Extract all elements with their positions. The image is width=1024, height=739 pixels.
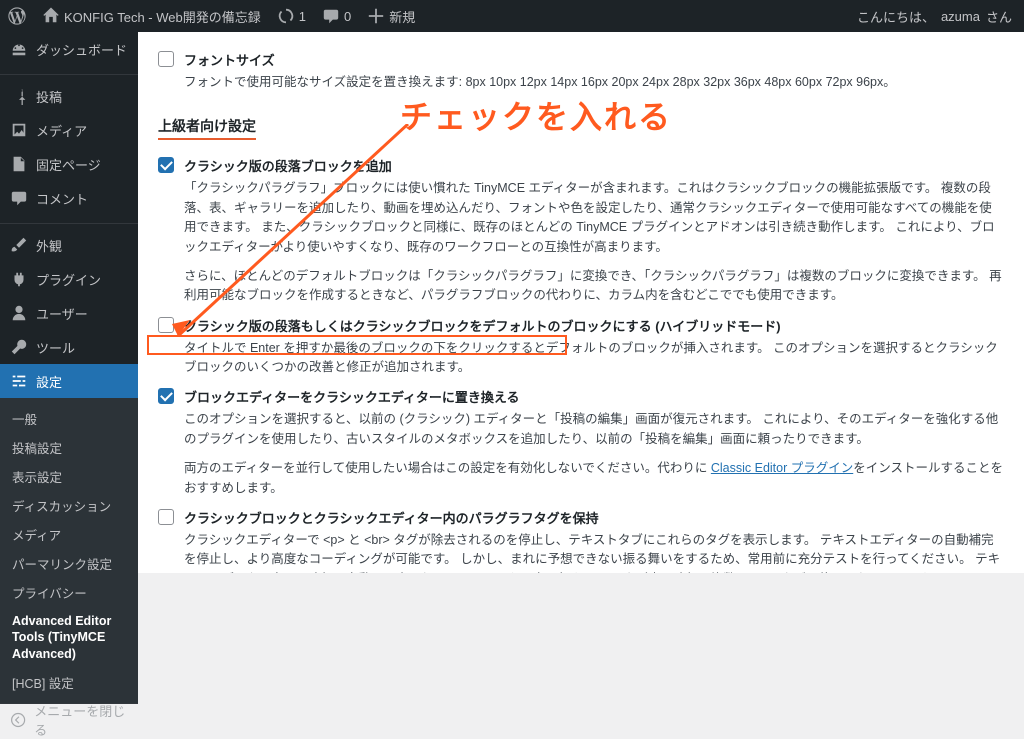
greeting-prefix: こんにちは、 [857,7,935,26]
checkbox-keep-tags[interactable] [158,509,174,525]
font-size-desc: フォントで使用可能なサイズ設定を置き換えます: 8px 10px 12px 14… [184,73,1004,92]
site-title: KONFIG Tech - Web開発の備忘録 [64,7,261,26]
replace-desc1: このオプションを選択すると、以前の (クラシック) エディターと「投稿の編集」画… [184,410,1004,449]
comments-menu[interactable]: 0 [314,0,359,32]
nav-posts[interactable]: 投稿 [0,79,138,113]
dashboard-icon [10,40,28,58]
keep-tags-desc: クラシックエディターで <p> と <br> タグが除去されるのを停止し、テキス… [184,531,1004,573]
classic-editor-link[interactable]: Classic Editor プラグイン [711,461,853,475]
submenu-hcb[interactable]: [HCB] 設定 [0,668,138,697]
brush-icon [10,236,28,254]
nav-dashboard[interactable]: ダッシュボード [0,32,138,66]
submenu-privacy[interactable]: プライバシー [0,578,138,607]
hybrid-desc: タイトルで Enter を押すか最後のブロックの下をクリックするとデフォルトのブ… [184,339,1004,378]
site-menu[interactable]: KONFIG Tech - Web開発の備忘録 [34,0,269,32]
replace-label: ブロックエディターをクラシックエディターに置き換える [184,387,520,406]
hybrid-label: クラシック版の段落もしくはクラシックブロックをデフォルトのブロックにする (ハイ… [184,316,781,335]
nav-label: ダッシュボード [36,40,127,59]
pin-icon [10,87,28,105]
font-size-label: フォントサイズ [184,50,275,69]
admin-bar-right[interactable]: こんにちは、 azuma さん [857,7,1024,26]
submenu-writing[interactable]: 投稿設定 [0,433,138,462]
user-icon [10,304,28,322]
submenu-general[interactable]: 一般 [0,404,138,433]
nav-tools[interactable]: ツール [0,330,138,364]
classic-paragraph-label: クラシック版の段落ブロックを追加 [184,156,392,175]
replace-desc2-a: 両方のエディターを並行して使用したい場合はこの設定を有効化しないでください。代わ… [184,461,711,475]
font-size-option: フォントサイズ [158,50,1004,69]
checkbox-hybrid[interactable] [158,317,174,333]
hybrid-option: クラシック版の段落もしくはクラシックブロックをデフォルトのブロックにする (ハイ… [158,316,1004,335]
collapse-icon [10,711,26,729]
submenu-discussion[interactable]: ディスカッション [0,491,138,520]
advanced-section-title: 上級者向け設定 [158,116,256,140]
classic-paragraph-desc1: 「クラシックパラグラフ」ブロックには使い慣れた TinyMCE エディターが含ま… [184,179,1004,257]
classic-paragraph-option: クラシック版の段落ブロックを追加 [158,156,1004,175]
collapse-menu[interactable]: メニューを閉じる [0,703,138,737]
keep-tags-option: クラシックブロックとクラシックエディター内のパラグラフタグを保持 [158,508,1004,527]
nav-users[interactable]: ユーザー [0,296,138,330]
nav-label: 投稿 [36,87,62,106]
menu-separator [0,219,138,224]
comment-icon [322,7,340,25]
new-content-menu[interactable]: 新規 [359,0,423,32]
nav-media[interactable]: メディア [0,113,138,147]
nav-pages[interactable]: 固定ページ [0,147,138,181]
submenu-permalink[interactable]: パーマリンク設定 [0,549,138,578]
classic-paragraph-desc2: さらに、ほとんどのデフォルトブロックは「クラシックパラグラフ」に変換でき、「クラ… [184,267,1004,306]
menu-separator [0,70,138,75]
settings-submenu: 一般 投稿設定 表示設定 ディスカッション メディア パーマリンク設定 プライバ… [0,398,138,703]
checkbox-replace-editor[interactable] [158,388,174,404]
page-icon [10,155,28,173]
checkbox-classic-paragraph[interactable] [158,157,174,173]
comments-count: 0 [344,9,351,24]
collapse-label: メニューを閉じる [34,701,128,739]
replace-option: ブロックエディターをクラシックエディターに置き換える [158,387,1004,406]
wordpress-icon [8,7,26,25]
nav-label: メディア [36,121,87,140]
updates-count: 1 [299,9,306,24]
admin-menu: ダッシュボード 投稿 メディア 固定ページ コメント 外観 プラグイン ユーザー… [0,32,138,573]
admin-bar-left: KONFIG Tech - Web開発の備忘録 1 0 新規 [0,0,423,32]
nav-label: 外観 [36,236,62,255]
nav-settings[interactable]: 設定 [0,364,138,398]
wp-logo-menu[interactable] [0,0,34,32]
refresh-icon [277,7,295,25]
plug-icon [10,270,28,288]
keep-tags-label: クラシックブロックとクラシックエディター内のパラグラフタグを保持 [184,508,599,527]
admin-bar: KONFIG Tech - Web開発の備忘録 1 0 新規 こんにちは、 az… [0,0,1024,32]
plus-icon [367,7,385,25]
nav-label: 固定ページ [36,155,101,174]
home-icon [42,7,60,25]
username: azuma [941,9,980,24]
nav-appearance[interactable]: 外観 [0,228,138,262]
nav-label: プラグイン [36,270,101,289]
submenu-media[interactable]: メディア [0,520,138,549]
media-icon [10,121,28,139]
new-label: 新規 [389,7,415,26]
checkbox-font-size[interactable] [158,51,174,67]
nav-comments[interactable]: コメント [0,181,138,215]
replace-desc2: 両方のエディターを並行して使用したい場合はこの設定を有効化しないでください。代わ… [184,459,1004,498]
greeting-suffix: さん [986,7,1012,26]
nav-label: コメント [36,189,88,208]
comments-icon [10,189,28,207]
sliders-icon [10,372,28,390]
nav-label: ツール [36,338,75,357]
nav-label: 設定 [36,372,62,391]
annotation-callout: チェックを入れる [400,92,672,138]
nav-plugins[interactable]: プラグイン [0,262,138,296]
wrench-icon [10,338,28,356]
updates-menu[interactable]: 1 [269,0,314,32]
submenu-advanced-editor[interactable]: Advanced Editor Tools (TinyMCE Advanced) [0,607,138,668]
submenu-reading[interactable]: 表示設定 [0,462,138,491]
nav-label: ユーザー [36,304,88,323]
